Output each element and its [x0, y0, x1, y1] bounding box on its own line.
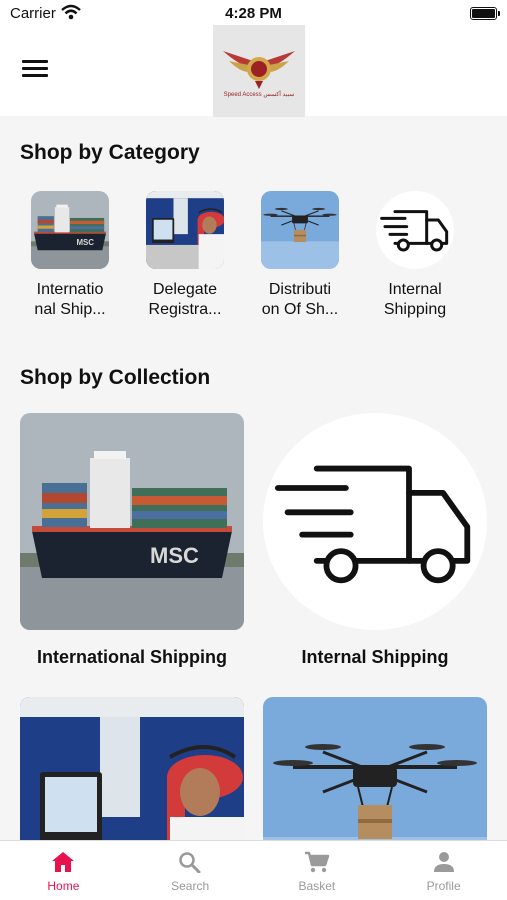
- call-agent-photo: [20, 697, 244, 847]
- category-section-title: Shop by Category: [20, 141, 200, 164]
- brand-logo[interactable]: Speed Access سبيد أكسس: [213, 25, 305, 117]
- battery-icon: [470, 7, 500, 20]
- tab-profile[interactable]: Profile: [380, 841, 507, 900]
- collection-section-title: Shop by Collection: [20, 366, 211, 389]
- category-label: Internatio nal Ship...: [34, 281, 106, 318]
- collection-international-shipping[interactable]: International Shipping: [20, 413, 244, 668]
- drone-delivery-photo: [261, 191, 339, 269]
- tab-label: Home: [47, 879, 80, 893]
- home-icon: [52, 852, 75, 872]
- person-icon: [433, 852, 454, 872]
- status-time: 4:28 PM: [225, 5, 282, 22]
- winged-emblem-icon: [223, 50, 295, 89]
- collection-distribution-of-shipments[interactable]: [263, 697, 487, 847]
- collection-label: International Shipping: [37, 647, 227, 667]
- category-label: Distributi on Of Sh...: [261, 281, 339, 318]
- category-international-shipping[interactable]: Internatio nal Ship...: [20, 191, 120, 320]
- tab-label: Profile: [426, 879, 461, 893]
- hamburger-icon: [22, 60, 48, 63]
- category-delegate-registration[interactable]: Delegate Registra...: [135, 191, 235, 320]
- logo-text: Speed Access سبيد أكسس: [223, 91, 295, 98]
- status-bar: Carrier 4:28 PM: [0, 0, 507, 28]
- bottom-tab-bar: Home Search Basket Profile: [0, 840, 507, 900]
- tab-home[interactable]: Home: [0, 841, 127, 900]
- container-ship-photo: [20, 413, 244, 630]
- category-internal-shipping[interactable]: Internal Shipping: [365, 191, 465, 320]
- cart-icon: [304, 851, 330, 873]
- search-icon: [179, 852, 201, 873]
- tab-label: Search: [171, 879, 210, 893]
- drone-delivery-photo: [263, 697, 487, 847]
- collection-delegate-registration[interactable]: [20, 697, 244, 847]
- delivery-truck-icon: [263, 413, 487, 630]
- tab-label: Basket: [298, 879, 336, 893]
- call-agent-photo: [146, 191, 224, 269]
- menu-button[interactable]: [22, 60, 48, 80]
- tab-basket[interactable]: Basket: [254, 841, 381, 900]
- app-header: Speed Access سبيد أكسس: [0, 25, 507, 117]
- collection-internal-shipping[interactable]: Internal Shipping: [263, 413, 487, 668]
- category-label: Delegate Registra...: [148, 281, 222, 318]
- container-ship-photo: [31, 191, 109, 269]
- tab-search[interactable]: Search: [127, 841, 254, 900]
- delivery-truck-icon: [376, 191, 454, 269]
- category-label: Internal Shipping: [383, 281, 447, 318]
- collection-label: Internal Shipping: [301, 647, 449, 667]
- category-distribution-of-shipments[interactable]: Distributi on Of Sh...: [250, 191, 350, 320]
